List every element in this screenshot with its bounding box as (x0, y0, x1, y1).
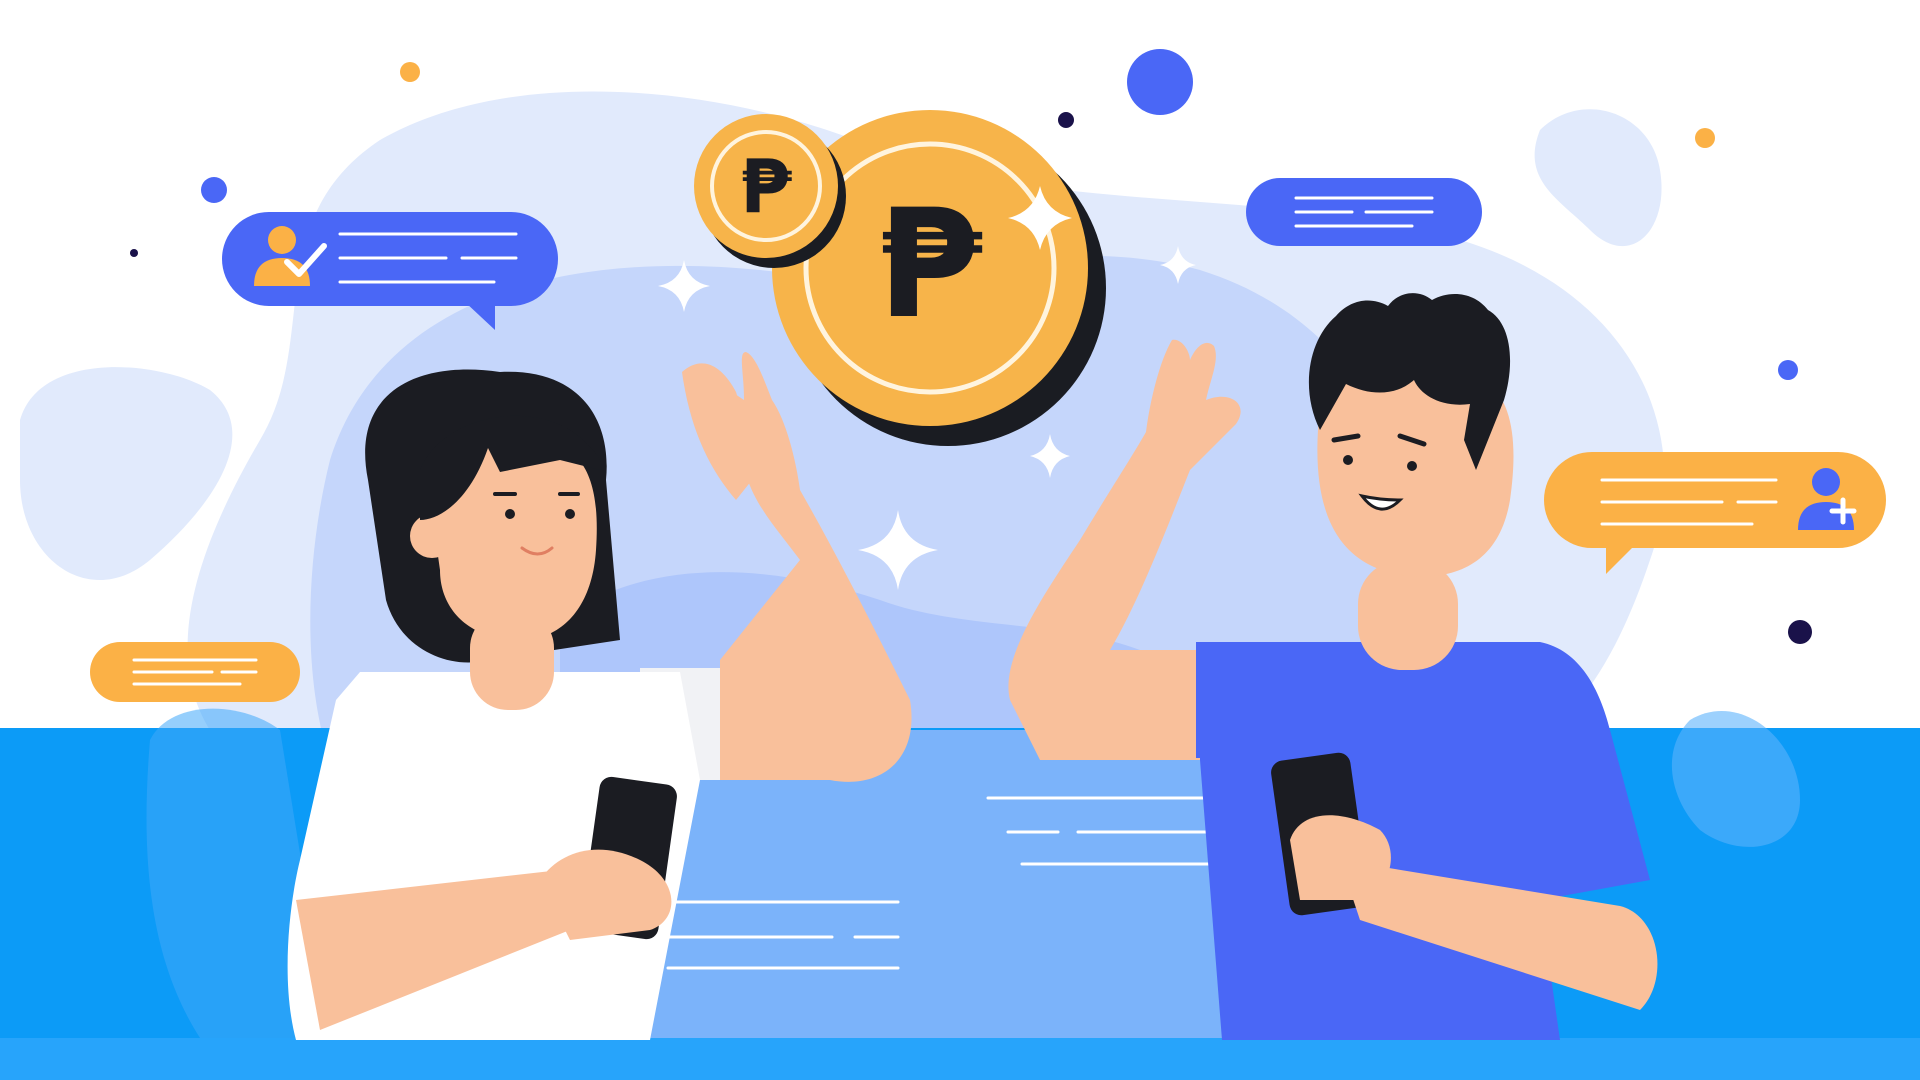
woman-eye (565, 509, 575, 519)
large-peso-coin-icon: ₱ (878, 178, 983, 352)
text-bubble-top-right (1246, 178, 1482, 246)
light-blob-top-right (1534, 109, 1662, 247)
woman-ear (410, 514, 454, 558)
bubble-body (1246, 178, 1482, 246)
small-peso-coin-icon: ₱ (740, 144, 792, 230)
blue-dot-large (1127, 49, 1193, 115)
navy-dot-right (1788, 620, 1812, 644)
man-eye (1407, 461, 1417, 471)
blue-band-bottom (0, 1038, 1920, 1080)
light-blob-left (20, 367, 233, 581)
man-ear (1460, 466, 1508, 514)
illustration-canvas: ₱ ₱ (0, 49, 1920, 1080)
orange-dot-right (1695, 128, 1715, 148)
blue-dot-right (1778, 360, 1798, 380)
navy-dot-small (130, 249, 138, 257)
navy-dot (1058, 112, 1074, 128)
blue-dot (201, 177, 227, 203)
bubble-body (1544, 452, 1886, 548)
man-eye (1343, 455, 1353, 465)
man-neck (1358, 560, 1458, 670)
woman-eye (505, 509, 515, 519)
text-bubble-left (90, 642, 300, 702)
orange-dot (400, 62, 420, 82)
man-sleeve-left (1196, 642, 1246, 758)
